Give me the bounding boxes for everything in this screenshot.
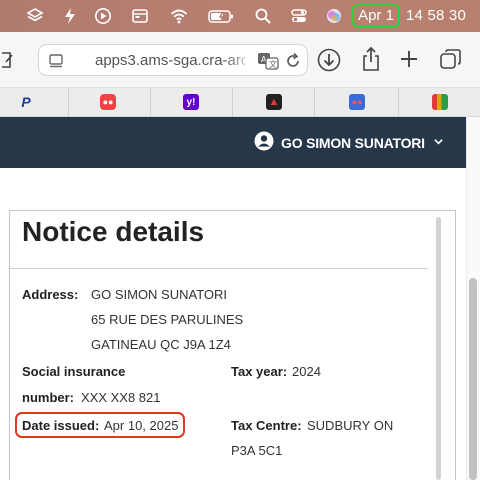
gift-icon xyxy=(432,94,448,110)
url-fade xyxy=(225,49,255,73)
siri-icon[interactable] xyxy=(325,7,343,25)
menu-bar-date[interactable]: Apr 1 xyxy=(352,4,400,28)
window-icon[interactable] xyxy=(131,7,149,25)
control-center-icon[interactable] xyxy=(290,7,308,25)
panel-divider xyxy=(10,268,428,269)
notice-details-panel xyxy=(9,210,456,480)
search-icon[interactable] xyxy=(254,7,272,25)
user-avatar-icon xyxy=(254,131,274,156)
favorite-paypal[interactable]: P xyxy=(0,88,68,117)
favorite-gift[interactable] xyxy=(398,88,480,117)
sin-label-2: number: xyxy=(22,390,74,405)
sin-value: XXX XX8 821 xyxy=(81,390,161,405)
tax-centre-label: Tax Centre: xyxy=(231,418,302,433)
robot-icon: ●● xyxy=(100,94,116,110)
paypal-icon: P xyxy=(21,94,31,110)
address-line-1: GO SIMON SUNATORI xyxy=(91,287,228,302)
share-icon[interactable] xyxy=(359,45,383,73)
page-icon xyxy=(47,52,65,70)
address-line-2: 65 RUE DES PARULINES xyxy=(91,312,244,327)
favorite-robot[interactable]: ●● xyxy=(68,88,150,117)
tax-centre-line-1: SUDBURY ON xyxy=(307,418,394,433)
tax-centre-line-2: P3A 5C1 xyxy=(231,443,283,458)
page-scrollbar-thumb[interactable] xyxy=(469,278,477,480)
tax-year-label: Tax year: xyxy=(231,364,288,379)
date-issued-value: Apr 10, 2025 xyxy=(104,418,179,433)
address-label: Address: xyxy=(22,287,79,302)
notice-details-title: Notice details xyxy=(22,216,205,247)
arrow-app-icon: ▲ xyxy=(266,94,282,110)
panel-scrollbar[interactable] xyxy=(436,217,441,480)
robot-2-icon: ●● xyxy=(349,94,365,110)
dropbox-icon[interactable] xyxy=(61,7,79,25)
favorite-yahoo[interactable]: y! xyxy=(150,88,232,117)
wifi-icon[interactable] xyxy=(170,7,188,25)
favorites-bar: P ●● y! ▲ ●● xyxy=(0,88,480,117)
chevron-down-icon[interactable] xyxy=(433,134,444,152)
yahoo-icon: y! xyxy=(183,94,199,110)
menu-bar: Apr 1 14 58 30 xyxy=(0,0,480,32)
address-line-3: GATINEAU QC J9A 1Z4 xyxy=(91,337,231,352)
url-text[interactable]: apps3.ams-sga.cra-arc xyxy=(95,52,245,72)
browser-toolbar: apps3.ams-sga.cra-arc A文 xyxy=(0,32,480,88)
sin-label: Social insurance xyxy=(22,364,126,379)
menu-bar-time[interactable]: 14 58 30 xyxy=(406,7,466,24)
download-icon[interactable] xyxy=(316,47,342,73)
layers-icon[interactable] xyxy=(26,7,44,25)
media-play-icon[interactable] xyxy=(94,7,112,25)
user-name[interactable]: GO SIMON SUNATORI xyxy=(281,135,425,151)
date-issued-label: Date issued: xyxy=(22,418,100,433)
tab-overview-icon[interactable] xyxy=(438,47,464,73)
reload-icon[interactable] xyxy=(283,51,303,71)
svg-text:文: 文 xyxy=(269,59,277,69)
translate-icon[interactable]: A文 xyxy=(257,51,279,71)
site-header: GO SIMON SUNATORI xyxy=(0,117,466,168)
user-menu[interactable]: GO SIMON SUNATORI xyxy=(254,131,444,156)
tax-year-value: 2024 xyxy=(292,364,321,379)
new-tab-icon[interactable] xyxy=(398,48,420,70)
favorite-arrow-app[interactable]: ▲ xyxy=(232,88,314,117)
battery-icon[interactable] xyxy=(208,7,234,25)
sidebar-icon[interactable] xyxy=(0,50,16,70)
favorite-robot-2[interactable]: ●● xyxy=(314,88,398,117)
address-bar[interactable]: apps3.ams-sga.cra-arc A文 xyxy=(38,44,308,76)
